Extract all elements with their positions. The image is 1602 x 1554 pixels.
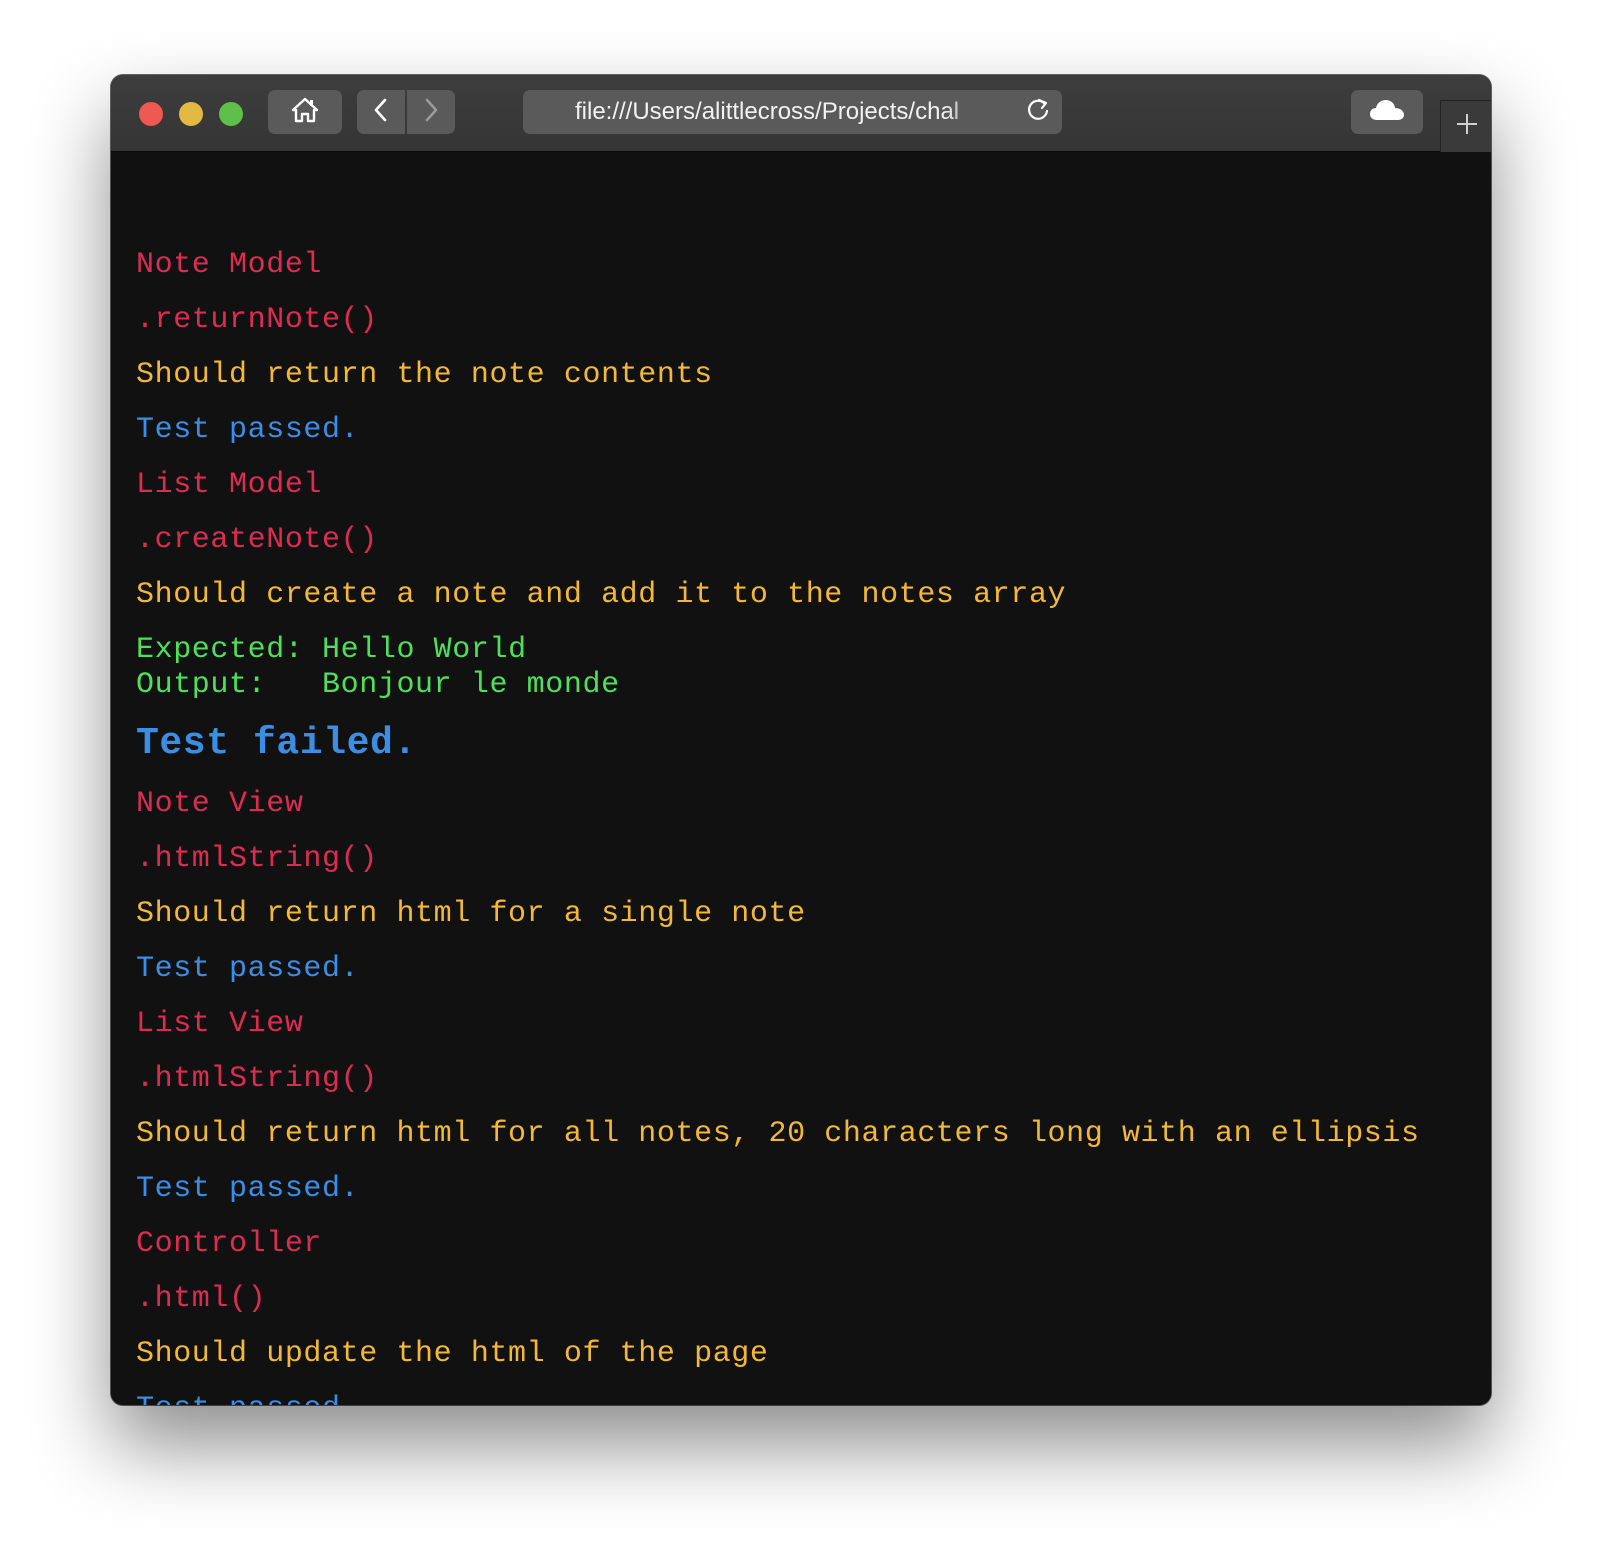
icloud-tabs-button[interactable] [1351, 90, 1423, 134]
spec-description: Should return the note contents [136, 358, 713, 392]
expected-value: Hello World [322, 633, 527, 667]
plus-icon [1455, 112, 1479, 141]
output-label: Output: [136, 668, 267, 702]
test-result-failed: Test failed. [136, 722, 417, 765]
test-result: Test passed. [136, 413, 360, 447]
method-name: .createNote() [136, 523, 378, 557]
spec-description: Should update the html of the page [136, 1337, 769, 1371]
chevron-left-icon [373, 97, 389, 128]
reload-button[interactable] [1024, 98, 1052, 126]
describe-title: List View [136, 1007, 304, 1041]
address-bar[interactable]: file:///Users/alittlecross/Projects/chal [523, 90, 1062, 134]
test-result: Test passed. [136, 1391, 359, 1405]
home-button[interactable] [268, 90, 342, 134]
output-line: Output: Bonjour le monde [136, 667, 620, 703]
describe-title: List Model [136, 468, 323, 502]
title-bar: file:///Users/alittlecross/Projects/chal [111, 75, 1491, 152]
browser-window: file:///Users/alittlecross/Projects/chal [111, 75, 1491, 1405]
minimize-window-button[interactable] [179, 102, 203, 126]
describe-title: Controller [136, 1227, 323, 1261]
method-name: .htmlString() [136, 842, 378, 876]
describe-title: Note View [136, 787, 304, 821]
cloud-icon [1368, 97, 1406, 128]
test-result: Test passed. [136, 1172, 360, 1206]
new-tab-button[interactable] [1440, 100, 1491, 152]
chevron-right-icon [423, 97, 439, 128]
expected-label: Expected: [136, 633, 304, 667]
spec-description: Should return html for a single note [136, 897, 806, 931]
back-button[interactable] [357, 90, 405, 134]
home-icon [291, 97, 319, 128]
forward-button[interactable] [407, 90, 455, 134]
expected-line: Expected: Hello World [136, 632, 527, 668]
method-name: .htmlString() [136, 1062, 378, 1096]
close-window-button[interactable] [139, 102, 163, 126]
describe-title: Note Model [136, 248, 323, 282]
reload-icon [1025, 97, 1051, 128]
output-value: Bonjour le monde [322, 668, 620, 702]
zoom-window-button[interactable] [219, 102, 243, 126]
method-name: .returnNote() [136, 303, 378, 337]
method-name: .html() [136, 1282, 267, 1316]
spec-description: Should create a note and add it to the n… [136, 578, 1067, 612]
address-input[interactable]: file:///Users/alittlecross/Projects/chal [575, 90, 995, 134]
test-output: Note Model .returnNote() Should return t… [111, 152, 1491, 1405]
spec-description: Should return html for all notes, 20 cha… [136, 1117, 1420, 1151]
test-result: Test passed. [136, 952, 360, 986]
